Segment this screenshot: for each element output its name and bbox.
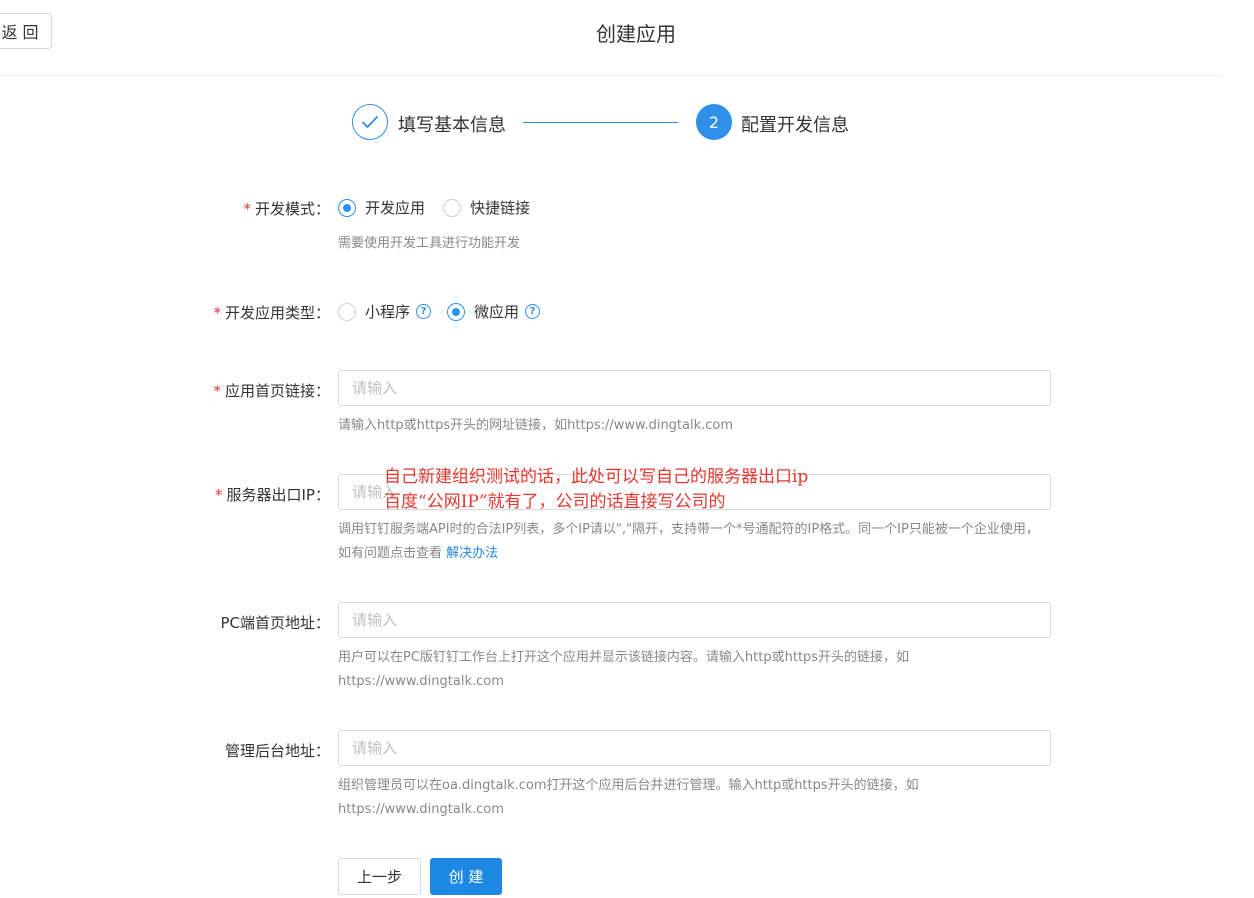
previous-step-button[interactable]: 上一步	[338, 858, 421, 895]
dev-mode-radio-group: 开发应用 快捷链接	[338, 197, 530, 218]
admin-url-label: 管理后台地址：	[224, 742, 330, 760]
page-title: 创建应用	[596, 22, 676, 46]
app-type-label: * 开发应用类型：	[213, 304, 330, 322]
admin-url-input[interactable]	[338, 730, 1051, 766]
radio-quick-link[interactable]: 快捷链接	[443, 197, 530, 218]
red-annotation-text: 自己新建组织测试的话，此处可以写自己的服务器出口ip 百度“公网IP”就有了，公…	[384, 467, 809, 512]
homepage-url-label: * 应用首页链接：	[213, 382, 330, 400]
radio-circle[interactable]	[338, 198, 356, 217]
required-mark: *	[243, 200, 251, 218]
question-icon[interactable]: ?	[525, 304, 541, 319]
radio-mini-program[interactable]: 小程序 ?	[338, 301, 432, 322]
pc-homepage-label: PC端首页地址：	[220, 614, 330, 632]
app-type-radio-group: 小程序 ? 微应用 ?	[338, 301, 541, 322]
create-app-page: 返 回 创建应用 填写基本信息 2 配置开发信息 * 开发模式： 开发应用 快捷链…	[0, 0, 1254, 898]
dev-mode-label: * 开发模式：	[243, 200, 330, 218]
pc-homepage-hint: 用户可以在PC版钉钉工作台上打开这个应用并显示该链接内容。请输入http或htt…	[338, 650, 910, 689]
required-mark: *	[213, 382, 221, 400]
admin-url-hint: 组织管理员可以在oa.dingtalk.com打开这个应用后台并进行管理。输入h…	[338, 778, 919, 817]
radio-dev-app[interactable]: 开发应用	[338, 197, 425, 218]
server-ip-label: * 服务器出口IP：	[215, 486, 330, 504]
required-mark: *	[215, 486, 223, 504]
step-1-circle	[352, 104, 388, 140]
homepage-url-input[interactable]	[338, 370, 1051, 406]
radio-micro-app[interactable]: 微应用 ?	[447, 301, 541, 322]
radio-circle[interactable]	[338, 302, 356, 321]
radio-circle[interactable]	[443, 198, 462, 217]
question-icon[interactable]: ?	[416, 304, 432, 319]
homepage-url-hint: 请输入http或https开头的网址链接，如https://www.dingta…	[338, 418, 734, 433]
check-icon	[361, 115, 379, 129]
step-2-label: 配置开发信息	[741, 115, 849, 136]
dev-mode-hint: 需要使用开发工具进行功能开发	[338, 236, 521, 251]
required-mark: *	[213, 304, 221, 322]
step-connector	[523, 122, 678, 123]
solution-link[interactable]: 解决办法	[446, 546, 498, 561]
server-ip-hint: 调用钉钉服务端API时的合法IP列表，多个IP请以","隔开，支持带一个*号通配…	[338, 522, 1039, 561]
step-2-circle: 2	[696, 104, 732, 140]
header-divider	[0, 75, 1222, 76]
pc-homepage-input[interactable]	[338, 602, 1051, 638]
step-1-label: 填写基本信息	[398, 115, 506, 136]
create-button[interactable]: 创 建	[430, 858, 502, 895]
radio-circle[interactable]	[447, 302, 466, 321]
